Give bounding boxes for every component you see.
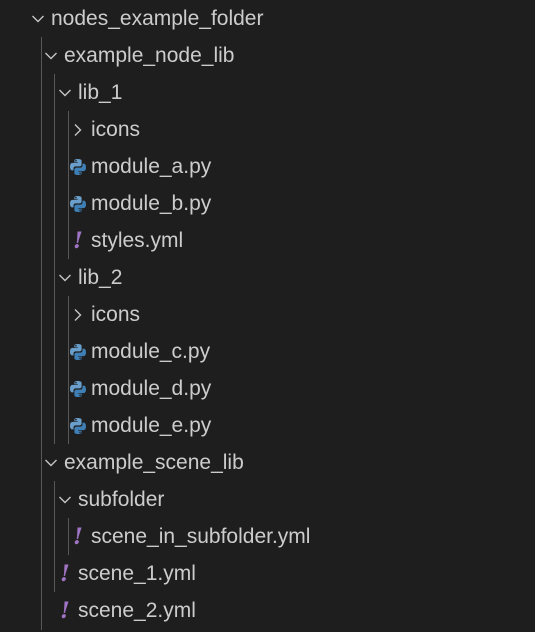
folder-label: nodes_example_folder (51, 7, 264, 30)
file-label: scene_in_subfolder.yml (91, 525, 311, 548)
folder-label: icons (91, 118, 141, 141)
tree-file-styles[interactable]: ! styles.yml (0, 222, 535, 259)
tree-file-scene-2[interactable]: ! scene_2.yml (0, 592, 535, 629)
file-label: module_c.py (91, 340, 211, 363)
folder-label: subfolder (78, 488, 165, 511)
folder-label: example_scene_lib (64, 451, 244, 474)
tree-file-module-a[interactable]: module_a.py (0, 148, 535, 185)
yaml-icon: ! (60, 560, 70, 587)
file-label: scene_1.yml (78, 562, 196, 585)
file-explorer-tree: nodes_example_folder example_node_lib li… (0, 0, 535, 632)
chevron-down-icon[interactable] (52, 259, 78, 296)
chevron-down-icon[interactable] (25, 0, 51, 37)
tree-folder-example-node-lib[interactable]: example_node_lib (0, 37, 535, 74)
yaml-icon: ! (60, 597, 70, 624)
folder-label: lib_2 (78, 266, 123, 289)
yaml-icon: ! (73, 227, 83, 254)
tree-file-module-d[interactable]: module_d.py (0, 370, 535, 407)
chevron-down-icon[interactable] (38, 37, 64, 74)
tree-file-module-c[interactable]: module_c.py (0, 333, 535, 370)
tree-folder-subfolder[interactable]: subfolder (0, 481, 535, 518)
chevron-down-icon[interactable] (52, 481, 78, 518)
file-label: module_e.py (91, 414, 212, 437)
tree-folder-nodes-example-folder[interactable]: nodes_example_folder (0, 0, 535, 37)
file-label: styles.yml (91, 229, 184, 252)
tree-file-module-b[interactable]: module_b.py (0, 185, 535, 222)
tree-file-scene-1[interactable]: ! scene_1.yml (0, 555, 535, 592)
tree-file-scene-in-subfolder[interactable]: ! scene_in_subfolder.yml (0, 518, 535, 555)
folder-label: lib_1 (78, 81, 123, 104)
tree-folder-lib-2-icons[interactable]: icons (0, 296, 535, 333)
tree-folder-lib-1-icons[interactable]: icons (0, 111, 535, 148)
python-icon (65, 333, 91, 370)
python-icon (65, 148, 91, 185)
tree-folder-lib-1[interactable]: lib_1 (0, 74, 535, 111)
chevron-down-icon[interactable] (38, 444, 64, 481)
yaml-icon: ! (73, 523, 83, 550)
file-label: module_a.py (91, 155, 212, 178)
python-icon (65, 185, 91, 222)
folder-label: icons (91, 303, 141, 326)
python-icon (65, 407, 91, 444)
file-label: module_d.py (91, 377, 212, 400)
file-label: scene_2.yml (78, 599, 196, 622)
tree-folder-example-scene-lib[interactable]: example_scene_lib (0, 444, 535, 481)
folder-label: example_node_lib (64, 44, 235, 67)
chevron-right-icon[interactable] (65, 111, 91, 148)
file-label: module_b.py (91, 192, 212, 215)
tree-folder-lib-2[interactable]: lib_2 (0, 259, 535, 296)
chevron-down-icon[interactable] (52, 74, 78, 111)
chevron-right-icon[interactable] (65, 296, 91, 333)
python-icon (65, 370, 91, 407)
tree-file-module-e[interactable]: module_e.py (0, 407, 535, 444)
